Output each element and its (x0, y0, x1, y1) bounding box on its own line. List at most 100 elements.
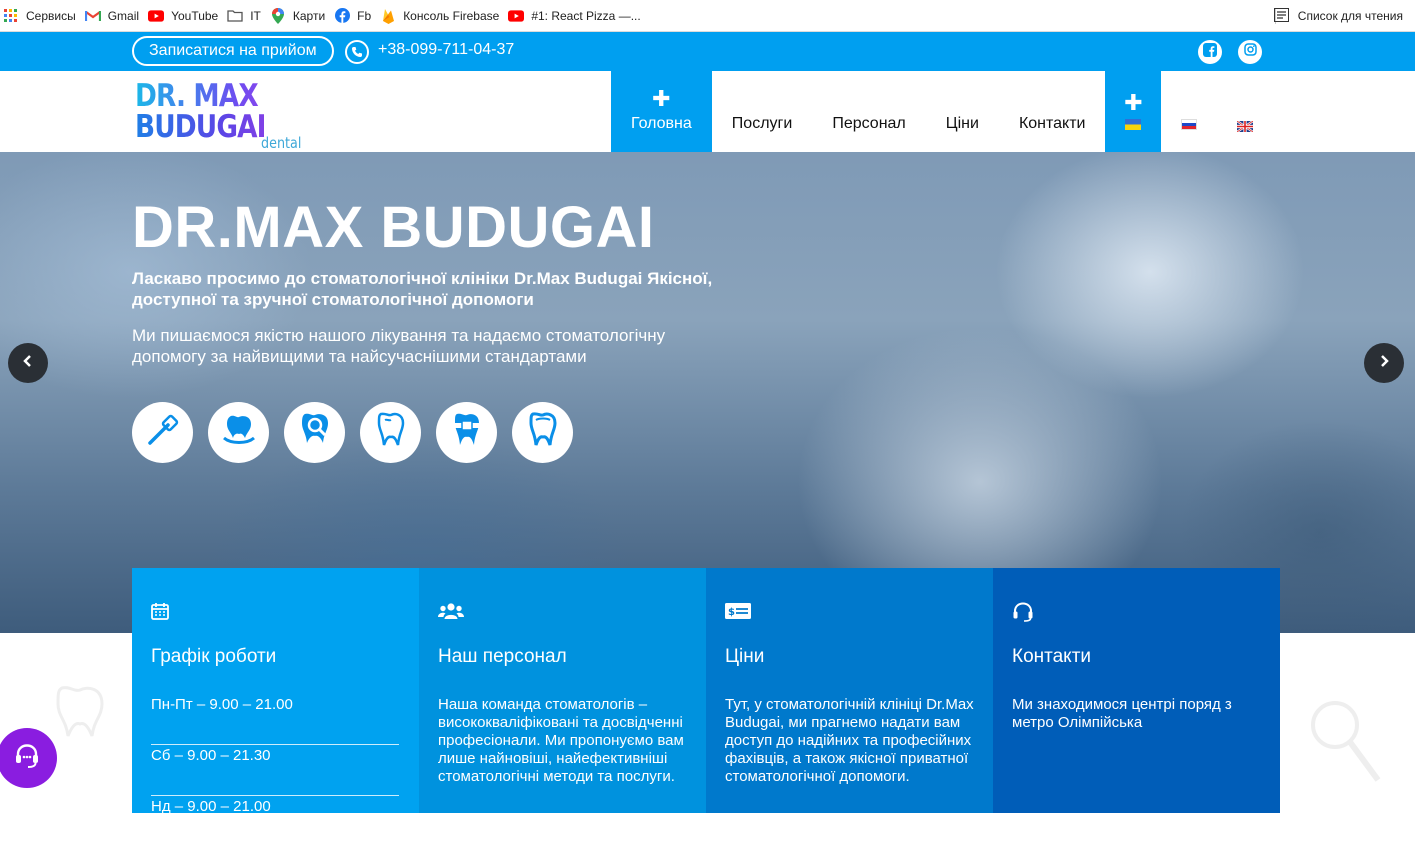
main-nav: ✚ Головна Послуги Персонал Ціни Контакти… (611, 71, 1273, 152)
hero-lead: Ласкаво просимо до стоматологічної кліні… (132, 269, 713, 309)
reading-list-label: Список для чтения (1297, 9, 1403, 23)
svg-text:$: $ (728, 607, 735, 618)
facebook-icon (1203, 42, 1217, 62)
bookmark-label: Консоль Firebase (403, 8, 500, 23)
service-implants[interactable] (512, 402, 573, 463)
schedule-row: Пн-Пт – 9.00 – 21.00 (151, 694, 399, 745)
logo-line1: DR. MAX (135, 81, 305, 112)
chevron-left-icon (22, 354, 34, 373)
service-whitening[interactable] (360, 402, 421, 463)
headset-icon (13, 742, 41, 775)
bookmark-gmail[interactable]: Gmail (84, 8, 148, 24)
reading-list-icon (1273, 8, 1290, 24)
card-prices: $ Ціни Тут, у стоматологічній клініці Dr… (706, 568, 993, 813)
slider-prev-button[interactable] (8, 343, 48, 383)
schedule-list: Пн-Пт – 9.00 – 21.00 Сб – 9.00 – 21.30 Н… (151, 694, 399, 847)
nav-home[interactable]: ✚ Головна (611, 71, 712, 152)
card-text: Наша команда стоматологів – висококваліф… (438, 696, 684, 785)
bookmark-label: Fb (357, 8, 372, 23)
tooth-icon (526, 411, 560, 454)
nav-home-label: Головна (631, 115, 692, 132)
bookmark-label: Gmail (107, 8, 140, 23)
phone-icon (345, 40, 369, 64)
card-schedule: Графік роботи Пн-Пт – 9.00 – 21.00 Сб – … (132, 568, 419, 815)
bookmarks-bar: Сервисы Gmail YouTube IT Карти Fb Консол… (0, 0, 1415, 32)
bookmark-fb[interactable]: Fb (334, 8, 380, 24)
users-icon (438, 602, 464, 625)
nav-staff[interactable]: Персонал (812, 71, 925, 152)
nav-prices[interactable]: Ціни (926, 71, 999, 152)
apps-grid-icon (3, 8, 19, 24)
bookmark-youtube[interactable]: YouTube (148, 8, 227, 24)
plus-icon: ✚ (1124, 90, 1143, 115)
service-braces[interactable] (436, 402, 497, 463)
calendar-icon (151, 602, 169, 625)
nav-services-label: Послуги (731, 115, 793, 132)
headset-icon (1012, 602, 1034, 627)
tooth-magnifier-icon (297, 411, 333, 454)
folder-icon (227, 8, 243, 24)
gmail-icon (84, 8, 101, 24)
facebook-link[interactable] (1198, 40, 1222, 64)
youtube-icon (148, 8, 165, 24)
bookmark-it[interactable]: IT (227, 8, 270, 24)
support-chat-button[interactable] (0, 728, 57, 788)
maps-pin-icon (270, 7, 286, 24)
bookmark-maps[interactable]: Карти (270, 7, 334, 24)
hero-description: Ми пишаємося якістю нашого лікування та … (132, 326, 666, 366)
service-diagnostics[interactable] (284, 402, 345, 463)
service-toothbrush[interactable] (132, 402, 193, 463)
bookmark-firebase[interactable]: Консоль Firebase (380, 8, 508, 24)
site-header: DR. MAX BUDUGAI dental clinic ✚ Головна … (0, 71, 1415, 171)
card-title: Контакти (1012, 646, 1092, 667)
nav-prices-label: Ціни (945, 115, 979, 132)
clinic-logo[interactable]: DR. MAX BUDUGAI dental clinic (135, 81, 335, 171)
bookmark-label: #1: React Pizza —... (531, 8, 641, 23)
uk-flag-icon (1236, 119, 1255, 133)
nav-contacts-label: Контакти (1018, 115, 1086, 132)
chevron-right-icon (1378, 354, 1390, 373)
appointment-button[interactable]: Записатися на прийом (132, 36, 334, 66)
card-contacts: Контакти Ми знаходимося центрі поряд з м… (993, 568, 1280, 813)
card-title: Ціни (725, 646, 765, 667)
top-contact-bar: Записатися на прийом +38-099-711-04-37 (0, 32, 1415, 71)
youtube-icon (508, 8, 525, 24)
russia-flag-icon (1181, 119, 1198, 130)
card-title: Графік роботи (151, 646, 277, 667)
card-title: Наш персонал (438, 646, 567, 667)
nav-contacts[interactable]: Контакти (999, 71, 1106, 152)
lang-russian[interactable] (1161, 71, 1217, 152)
bookmark-label: Карти (292, 8, 326, 23)
watermark-tooth-icon (56, 686, 104, 740)
phone-number[interactable]: +38-099-711-04-37 (378, 41, 514, 59)
ukraine-flag-icon (1125, 119, 1142, 130)
lang-english[interactable] (1217, 71, 1273, 152)
lang-ukrainian[interactable]: ✚ (1105, 71, 1162, 152)
hero-title: DR.MAX BUDUGAI (132, 195, 655, 260)
tooth-outline-icon (374, 411, 408, 454)
tooth-gum-icon (221, 412, 257, 453)
instagram-link[interactable] (1238, 40, 1262, 64)
hero-slider: DR.MAX BUDUGAI Ласкаво просимо до стомат… (0, 152, 1415, 633)
money-check-icon: $ (725, 602, 751, 625)
schedule-row: Нд – 9.00 – 21.00 (151, 798, 271, 815)
bookmark-react-pizza[interactable]: #1: React Pizza —... (508, 8, 649, 24)
bookmark-services[interactable]: Сервисы (3, 8, 85, 24)
watermark-dental-tools-icon (1311, 701, 1381, 782)
plus-icon: ✚ (652, 86, 671, 111)
facebook-icon (334, 8, 350, 24)
bookmark-label: Сервисы (26, 8, 76, 23)
card-text: Ми знаходимося центрі поряд з метро Олім… (1012, 696, 1232, 731)
slider-next-button[interactable] (1364, 343, 1404, 383)
nav-services[interactable]: Послуги (712, 71, 813, 152)
tooth-braces-icon (450, 411, 484, 454)
info-cards: Графік роботи Пн-Пт – 9.00 – 21.00 Сб – … (132, 568, 1280, 815)
reading-list-button[interactable]: Список для чтения (1273, 0, 1403, 32)
service-gum-care[interactable] (208, 402, 269, 463)
bookmark-label: YouTube (171, 8, 219, 23)
firebase-icon (380, 8, 396, 24)
toothbrush-icon (146, 413, 180, 452)
bookmark-label: IT (250, 8, 261, 23)
instagram-icon (1243, 43, 1257, 61)
schedule-row: Сб – 9.00 – 21.30 (151, 745, 399, 796)
